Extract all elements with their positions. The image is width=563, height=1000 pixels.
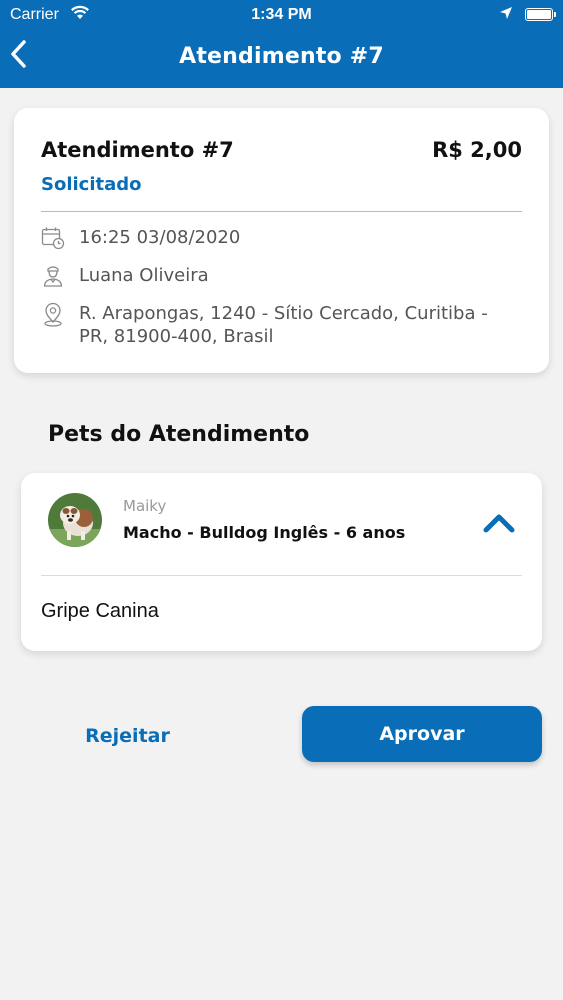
professional-name: Luana Oliveira bbox=[79, 265, 209, 286]
status-bar: Carrier 1:34 PM bbox=[0, 0, 563, 30]
pet-card: Maiky Macho - Bulldog Inglês - 6 anos Gr… bbox=[21, 473, 542, 651]
pet-avatar bbox=[48, 493, 102, 547]
chevron-up-icon bbox=[483, 514, 515, 533]
location-arrow-icon bbox=[499, 6, 513, 25]
status-time: 1:34 PM bbox=[251, 6, 312, 23]
calendar-clock-icon bbox=[41, 226, 65, 250]
map-pin-icon bbox=[41, 302, 65, 327]
pets-section-title: Pets do Atendimento bbox=[48, 422, 310, 447]
battery-icon bbox=[525, 8, 556, 21]
approve-button[interactable]: Aprovar bbox=[302, 706, 542, 762]
service-title: Atendimento #7 bbox=[41, 138, 234, 162]
service-summary-card: Atendimento #7 R$ 2,00 Solicitado 16:25 … bbox=[14, 108, 549, 373]
status-badge: Solicitado bbox=[41, 174, 142, 195]
collapse-toggle[interactable] bbox=[482, 511, 516, 535]
pet-name: Maiky bbox=[123, 497, 167, 515]
page-title: Atendimento #7 bbox=[179, 44, 384, 69]
pet-description: Macho - Bulldog Inglês - 6 anos bbox=[123, 523, 406, 542]
service-datetime: 16:25 03/08/2020 bbox=[79, 227, 241, 248]
person-icon bbox=[41, 264, 65, 288]
divider bbox=[41, 575, 522, 576]
service-price: R$ 2,00 bbox=[432, 138, 522, 162]
divider bbox=[41, 211, 522, 212]
reject-button[interactable]: Rejeitar bbox=[55, 715, 200, 757]
service-address: R. Arapongas, 1240 - Sítio Cercado, Curi… bbox=[79, 303, 488, 347]
nav-bar: Atendimento #7 bbox=[0, 38, 563, 78]
pet-condition: Gripe Canina bbox=[41, 600, 159, 622]
app-header: Carrier 1:34 PM Atendimento #7 bbox=[0, 0, 563, 88]
